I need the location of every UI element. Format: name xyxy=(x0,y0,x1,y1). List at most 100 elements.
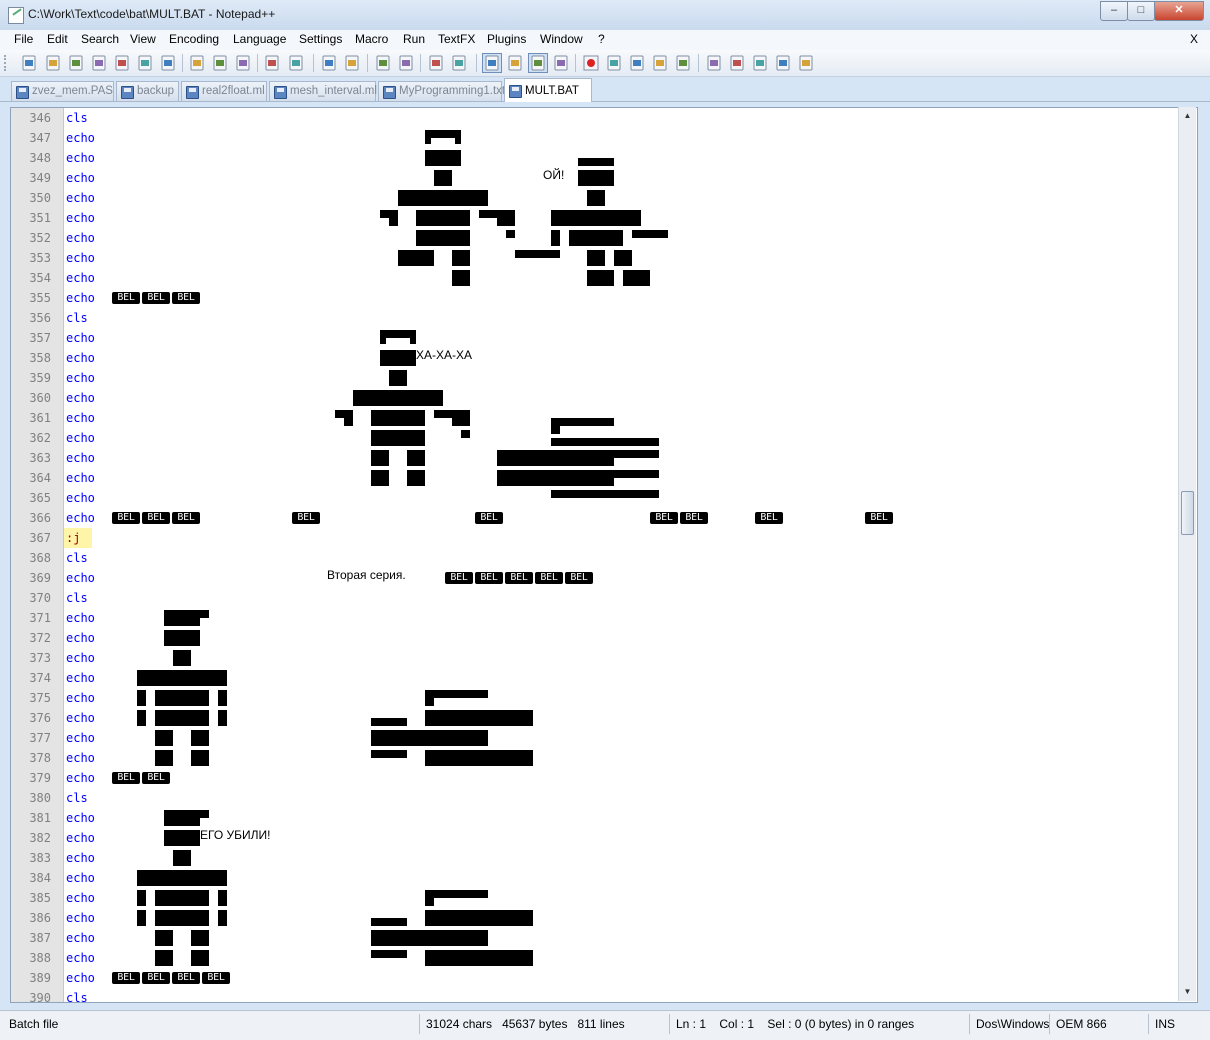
tab-backup[interactable]: backup xyxy=(116,81,179,101)
menu-help[interactable]: ? xyxy=(598,32,605,46)
paste-icon[interactable] xyxy=(234,54,252,72)
tab-zvez-mem[interactable]: zvez_mem.PAS xyxy=(11,81,114,101)
menu-encoding[interactable]: Encoding xyxy=(169,32,219,46)
menu-edit[interactable]: Edit xyxy=(47,32,68,46)
code-line[interactable]: 369 echo xyxy=(11,568,1181,588)
ascii-art-block xyxy=(578,170,614,186)
save-all-icon[interactable] xyxy=(90,54,108,72)
vertical-scrollbar[interactable]: ▲ ▼ xyxy=(1178,107,1196,1001)
code-line[interactable]: 367:j xyxy=(11,528,1181,548)
line-number: 375 xyxy=(29,691,51,705)
close-document-button[interactable]: X xyxy=(1190,32,1198,46)
code-line[interactable]: 390 cls xyxy=(11,988,1181,1002)
sync-h-icon[interactable] xyxy=(450,54,468,72)
copy-icon[interactable] xyxy=(211,54,229,72)
code-line[interactable]: 346 cls xyxy=(11,108,1181,128)
code-line[interactable]: 360 echo xyxy=(11,388,1181,408)
ascii-art-block xyxy=(137,690,146,706)
code-line[interactable]: 388 echo xyxy=(11,948,1181,968)
scroll-thumb[interactable] xyxy=(1181,491,1194,535)
menu-plugins[interactable]: Plugins xyxy=(487,32,526,46)
batch-command: echo xyxy=(66,631,95,645)
print-icon[interactable] xyxy=(159,54,177,72)
prev-bookmark-icon[interactable] xyxy=(728,54,746,72)
code-line[interactable]: 358 echo xyxy=(11,348,1181,368)
code-line[interactable]: 379 echo xyxy=(11,768,1181,788)
zoom-in-icon[interactable] xyxy=(374,54,392,72)
line-number: 348 xyxy=(29,151,51,165)
code-line[interactable]: 356 cls xyxy=(11,308,1181,328)
find-icon[interactable] xyxy=(320,54,338,72)
open-file-icon[interactable] xyxy=(44,54,62,72)
tab-real2float[interactable]: real2float.ml xyxy=(181,81,267,101)
status-position: Ln : 1 Col : 1 Sel : 0 (0 bytes) in 0 ra… xyxy=(669,1014,966,1034)
menu-view[interactable]: View xyxy=(130,32,156,46)
scroll-up-icon[interactable]: ▲ xyxy=(1183,111,1192,120)
menu-settings[interactable]: Settings xyxy=(299,32,342,46)
ascii-art-block xyxy=(425,910,533,926)
record-macro-icon[interactable] xyxy=(582,54,600,72)
indent-guide-icon[interactable] xyxy=(528,53,548,73)
close-window-button[interactable]: ✕ xyxy=(1154,1,1204,21)
line-number: 363 xyxy=(29,451,51,465)
menu-run[interactable]: Run xyxy=(403,32,425,46)
scroll-down-icon[interactable]: ▼ xyxy=(1183,987,1192,996)
minimize-button[interactable]: – xyxy=(1100,1,1128,21)
menu-language[interactable]: Language xyxy=(233,32,286,46)
line-number: 346 xyxy=(29,111,51,125)
undo-icon[interactable] xyxy=(263,54,281,72)
tab-mesh-interval[interactable]: mesh_interval.ml xyxy=(269,81,377,101)
code-line[interactable]: 368 cls xyxy=(11,548,1181,568)
tab-mult-bat[interactable]: MULT.BAT xyxy=(504,78,592,102)
run-macro-multiple-icon[interactable] xyxy=(651,54,669,72)
save-icon[interactable] xyxy=(67,54,85,72)
code-line[interactable]: 370 cls xyxy=(11,588,1181,608)
code-line[interactable]: 347 echo xyxy=(11,128,1181,148)
show-all-chars-icon[interactable] xyxy=(506,54,524,72)
code-line[interactable]: 378 echo xyxy=(11,748,1181,768)
menu-macro[interactable]: Macro xyxy=(355,32,388,46)
menu-textfx[interactable]: TextFX xyxy=(438,32,475,46)
menu-search[interactable]: Search xyxy=(81,32,119,46)
menu-window[interactable]: Window xyxy=(540,32,583,46)
code-line[interactable]: 377 echo xyxy=(11,728,1181,748)
redo-icon[interactable] xyxy=(287,54,305,72)
close-all-icon[interactable] xyxy=(136,54,154,72)
next-bookmark-icon[interactable] xyxy=(751,54,769,72)
ascii-art-block xyxy=(452,250,470,266)
batch-command: cls xyxy=(66,991,88,1002)
ascii-art-block xyxy=(497,450,614,466)
spellcheck-icon[interactable] xyxy=(797,54,815,72)
code-line[interactable]: 359 echo xyxy=(11,368,1181,388)
sync-v-icon[interactable] xyxy=(427,54,445,72)
maximize-button[interactable]: □ xyxy=(1127,1,1155,21)
doc-map-icon[interactable] xyxy=(552,54,570,72)
clear-bookmarks-icon[interactable] xyxy=(774,54,792,72)
play-macro-icon[interactable] xyxy=(628,54,646,72)
editor-pane[interactable]: 346 cls 347 echo 348 echo 349 echo 350 echo 351 ech… xyxy=(10,107,1198,1003)
status-doc-size: 31024 chars 45637 bytes 811 lines xyxy=(419,1014,666,1034)
stop-macro-icon[interactable] xyxy=(605,54,623,72)
tab-myprogramming1[interactable]: MyProgramming1.txt xyxy=(378,81,505,101)
code-line[interactable]: 380 cls xyxy=(11,788,1181,808)
zoom-out-icon[interactable] xyxy=(397,54,415,72)
batch-command: echo xyxy=(66,571,95,585)
bel-control-char: BEL xyxy=(475,512,503,524)
code-line[interactable]: 387 echo xyxy=(11,928,1181,948)
replace-icon[interactable] xyxy=(343,54,361,72)
fold-all-icon[interactable] xyxy=(705,54,723,72)
save-macro-icon[interactable] xyxy=(674,54,692,72)
word-wrap-icon[interactable] xyxy=(482,53,502,73)
ascii-art-block xyxy=(371,450,389,466)
line-number: 388 xyxy=(29,951,51,965)
toolbar xyxy=(0,50,1210,77)
line-number: 352 xyxy=(29,231,51,245)
close-icon[interactable] xyxy=(113,54,131,72)
new-file-icon[interactable] xyxy=(20,54,38,72)
code-lines[interactable]: 346 cls 347 echo 348 echo 349 echo 350 echo 351 ech… xyxy=(11,108,1181,1002)
cut-icon[interactable] xyxy=(188,54,206,72)
echo-text: ЕГО УБИЛИ! xyxy=(200,828,271,842)
code-line[interactable]: 357 echo xyxy=(11,328,1181,348)
toolbar-grip[interactable] xyxy=(4,55,9,71)
menu-file[interactable]: File xyxy=(14,32,33,46)
